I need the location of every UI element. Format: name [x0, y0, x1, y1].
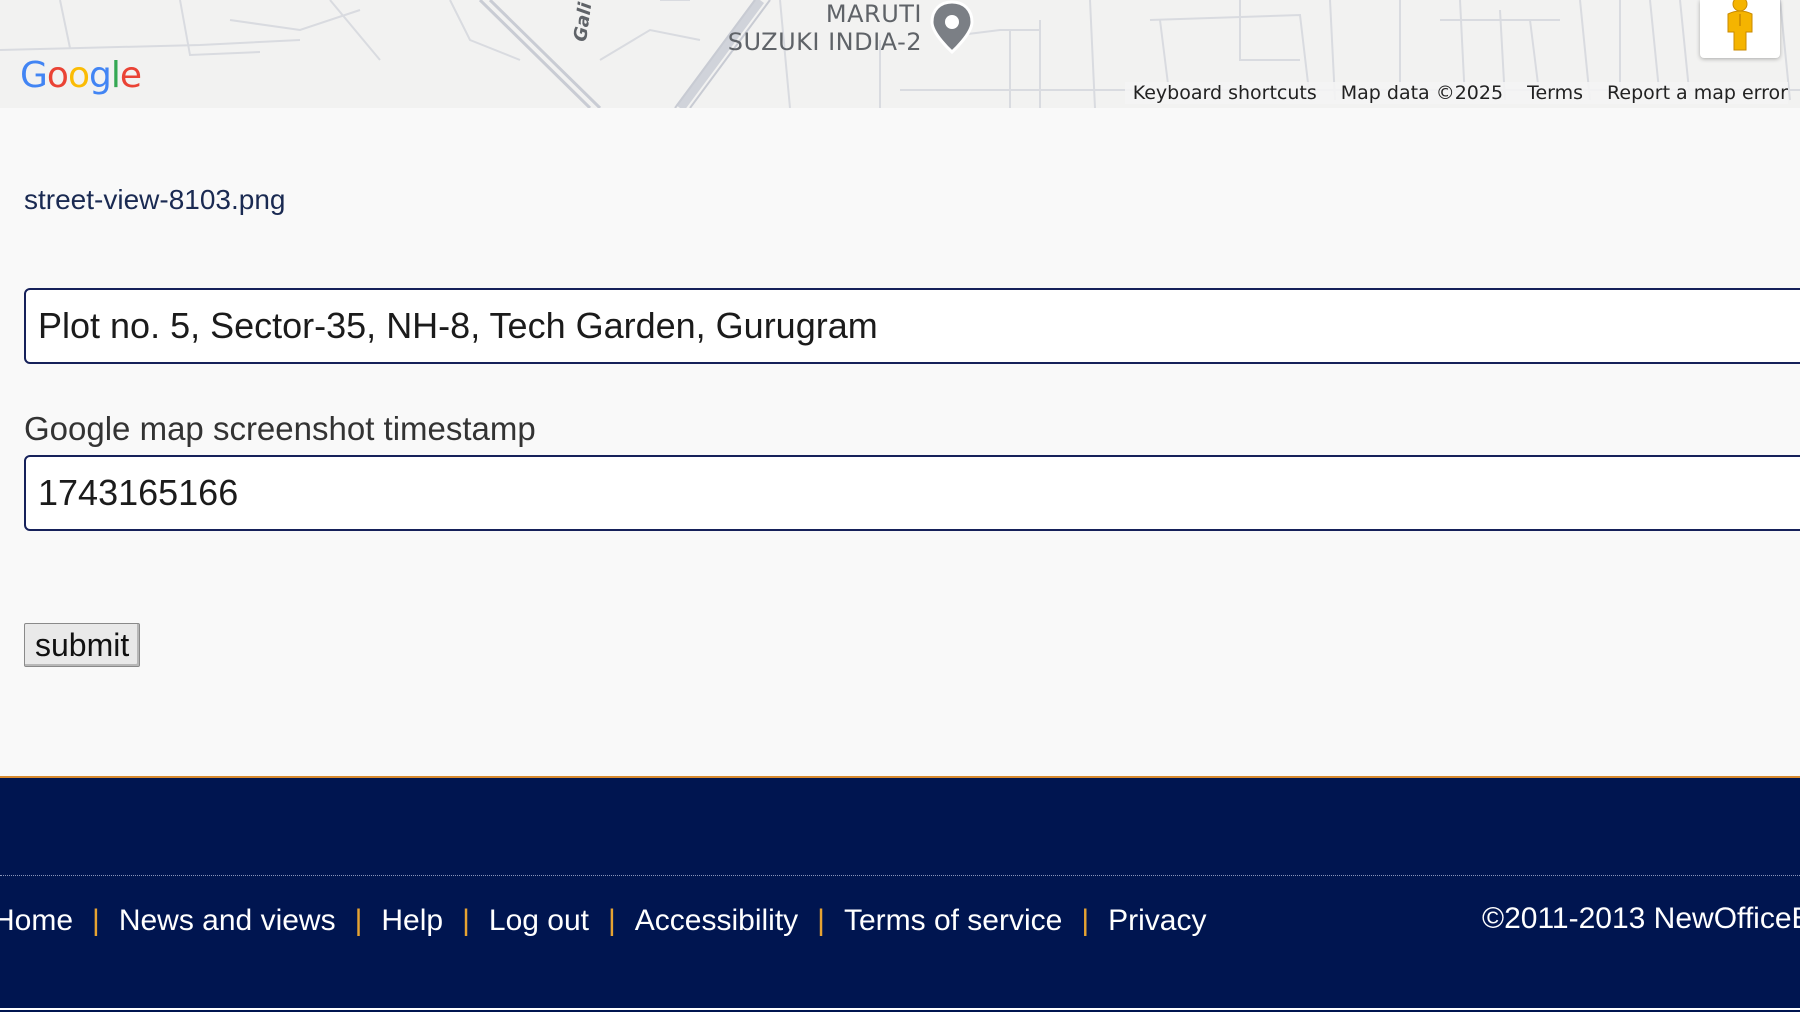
- copyright-text: ©2011-2013 NewOfficeEurope: [1482, 902, 1800, 935]
- map-place-label[interactable]: MARUTI SUZUKI INDIA-2: [712, 0, 922, 56]
- google-logo-letter: o: [46, 55, 69, 96]
- footer-link-news[interactable]: News and views: [119, 904, 336, 938]
- footer-divider: [0, 875, 1800, 876]
- timestamp-input[interactable]: [24, 455, 1800, 531]
- footer-link-terms[interactable]: Terms of service: [844, 904, 1062, 938]
- place-name-line2: SUZUKI INDIA-2: [727, 28, 922, 56]
- footer-link-home[interactable]: Home: [0, 904, 73, 938]
- uploaded-filename: street-view-8103.png: [24, 184, 286, 215]
- footer-separator: |: [462, 904, 470, 937]
- map-footer-links: Keyboard shortcuts Map data ©2025 Terms …: [1124, 82, 1788, 104]
- footer-link-privacy[interactable]: Privacy: [1108, 904, 1206, 938]
- google-logo-letter: o: [67, 55, 90, 96]
- footer-separator: |: [817, 904, 825, 937]
- google-logo-letter: g: [88, 55, 112, 96]
- map-terms-link[interactable]: Terms: [1527, 82, 1583, 104]
- timestamp-label: Google map screenshot timestamp: [24, 410, 536, 447]
- report-map-error-link[interactable]: Report a map error: [1607, 82, 1788, 104]
- footer-nav: Home | News and views | Help | Log out |…: [0, 904, 1207, 938]
- footer-link-help[interactable]: Help: [381, 904, 443, 938]
- footer-separator: |: [1081, 904, 1090, 937]
- map-view[interactable]: Gali No.1 MARUTI SUZUKI INDIA-2 Google K…: [0, 0, 1800, 108]
- address-input[interactable]: [24, 288, 1800, 364]
- footer-link-logout[interactable]: Log out: [489, 904, 589, 938]
- submit-button[interactable]: submit: [24, 623, 141, 667]
- google-logo: Google: [20, 55, 142, 96]
- site-footer: Home | News and views | Help | Log out |…: [0, 776, 1800, 1012]
- google-logo-letter: l: [110, 55, 121, 96]
- footer-link-accessibility[interactable]: Accessibility: [635, 904, 798, 938]
- google-logo-letter: G: [20, 55, 48, 96]
- footer-separator: |: [92, 904, 100, 937]
- place-marker-icon[interactable]: [928, 0, 976, 61]
- pegman-button[interactable]: [1700, 0, 1780, 58]
- footer-separator: |: [354, 904, 363, 937]
- place-name-line1: MARUTI: [825, 0, 922, 28]
- map-data-link[interactable]: Map data ©2025: [1341, 82, 1503, 104]
- footer-separator: |: [607, 904, 616, 937]
- google-logo-letter: e: [119, 55, 142, 96]
- keyboard-shortcuts-link[interactable]: Keyboard shortcuts: [1133, 82, 1317, 104]
- pegman-icon: [1727, 0, 1753, 51]
